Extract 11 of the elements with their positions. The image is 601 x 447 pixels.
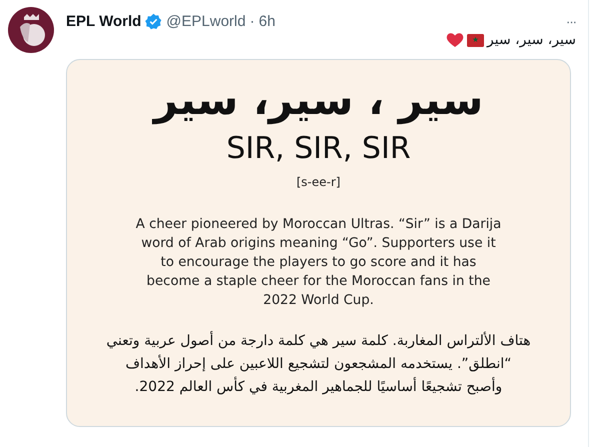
more-button[interactable]: ··· — [566, 14, 576, 29]
latin-title: SIR, SIR, SIR — [226, 131, 411, 167]
english-description: A cheer pioneered by Moroccan Ultras. “Sir” is a Darija word of Arab origins meaning “Go”. Supporters use it to encourage the players to go score and it has become a staple cheer for the Moroccan fans in the 2022 World Cup. — [136, 216, 502, 310]
separator: · — [250, 13, 255, 30]
user-handle[interactable]: @EPLworld — [166, 13, 246, 30]
pronunciation: [s-ee-r] — [296, 175, 340, 189]
tweet-text: سير، سير، سير — [487, 32, 576, 48]
arabic-title: سير ، سير، سير — [154, 74, 484, 126]
arabic-description: هتاف الألتراس المغاربة. كلمة سير هي كلمة دارجة من أصول عربية وتعني “انطلق”. يستخدمه المشجعون لتشجيع اللاعبين على إحراز الأهداف وأصبح تشجيعًا أساسيًا للجماهير المغربية في كأس العالم 2022. — [106, 330, 531, 397]
author-name[interactable]: EPL World — [66, 13, 142, 30]
post-time[interactable]: 6h — [258, 13, 276, 30]
